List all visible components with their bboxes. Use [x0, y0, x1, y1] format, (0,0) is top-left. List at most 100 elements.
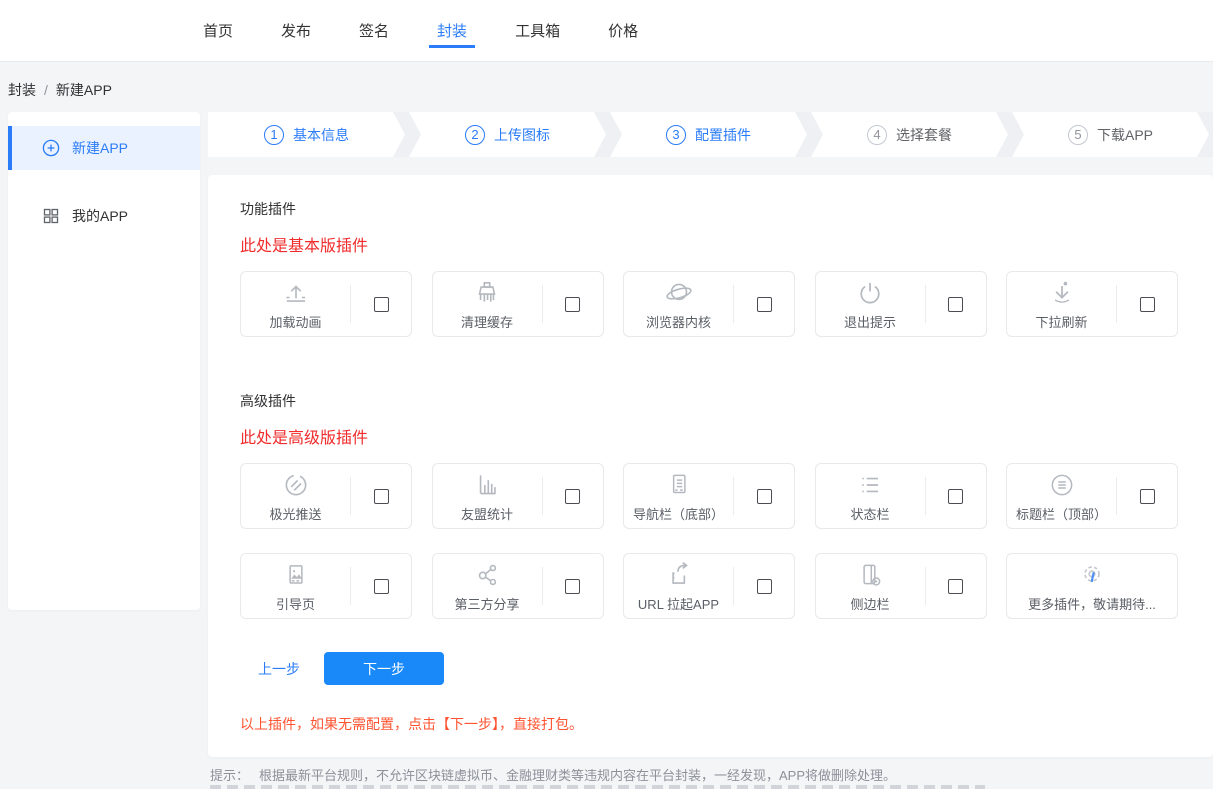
section-title: 功能插件: [240, 199, 1178, 219]
loading-animation-icon: [281, 278, 311, 308]
plugin-card[interactable]: 下拉刷新: [1006, 271, 1178, 337]
grid-icon: [42, 207, 60, 225]
main-panel: 功能插件 此处是基本版插件 加载动画 清理缓存 浏览器内核: [208, 175, 1213, 757]
guide-page-icon: [281, 560, 311, 590]
step-wizard: 1 基本信息 2 上传图标 3 配置插件 4 选择套餐 5 下载APP: [208, 112, 1213, 157]
plugin-card[interactable]: 导航栏（底部）: [623, 463, 795, 529]
plugin-checkbox[interactable]: [757, 489, 772, 504]
plugin-card[interactable]: 加载动画: [240, 271, 412, 337]
push-icon: [281, 470, 311, 500]
plugin-label: 第三方分享: [454, 594, 519, 613]
nav-item-2[interactable]: 发布: [281, 0, 311, 61]
wizard-step[interactable]: 4 选择套餐: [811, 112, 1008, 157]
url-launch-icon: [664, 560, 694, 590]
step-number: 2: [465, 125, 485, 145]
plugin-label: 退出提示: [844, 312, 896, 331]
sidebar: 新建APP 我的APP: [8, 112, 200, 610]
plus-circle-icon: [42, 139, 60, 157]
nav-item-label: 工具箱: [515, 20, 560, 41]
plugin-card[interactable]: 友盟统计: [432, 463, 604, 529]
plugin-checkbox[interactable]: [948, 297, 963, 312]
plugin-section: 功能插件 此处是基本版插件 加载动画 清理缓存 浏览器内核: [240, 199, 1178, 337]
sidebar-item-label: 新建APP: [72, 138, 128, 158]
plugin-card[interactable]: 浏览器内核: [623, 271, 795, 337]
wizard-step[interactable]: 5 下载APP: [1012, 112, 1209, 157]
plugin-grid: 极光推送 友盟统计 导航栏（底部） 状态栏: [240, 463, 1178, 619]
nav-item-3[interactable]: 签名: [359, 0, 389, 61]
step-number: 4: [867, 125, 887, 145]
step-label: 选择套餐: [896, 125, 952, 145]
plugin-checkbox[interactable]: [1140, 297, 1155, 312]
plugin-card[interactable]: 更多插件，敬请期待...: [1006, 553, 1178, 619]
nav-item-4[interactable]: 封装: [437, 0, 467, 61]
plugin-card[interactable]: 第三方分享: [432, 553, 604, 619]
section-title: 高级插件: [240, 391, 1178, 411]
plugin-label: 加载动画: [269, 312, 321, 331]
exit-prompt-icon: [855, 278, 885, 308]
footer-tip-text: 根据最新平台规则，不允许区块链虚拟币、金融理财类等违规内容在平台封装，一经发现，…: [259, 768, 896, 783]
plugin-checkbox[interactable]: [374, 297, 389, 312]
plugin-label: 引导页: [276, 594, 315, 613]
stats-icon: [472, 470, 502, 500]
breadcrumb-section[interactable]: 封装: [8, 82, 36, 98]
plugin-label: 下拉刷新: [1035, 312, 1087, 331]
plugin-card[interactable]: 引导页: [240, 553, 412, 619]
plugin-checkbox[interactable]: [565, 579, 580, 594]
step-number: 5: [1068, 125, 1088, 145]
step-number: 1: [264, 125, 284, 145]
step-label: 基本信息: [293, 125, 349, 145]
plugin-checkbox[interactable]: [374, 579, 389, 594]
plugin-card[interactable]: 标题栏（顶部）: [1006, 463, 1178, 529]
plugin-card[interactable]: 状态栏: [815, 463, 987, 529]
prev-step-link[interactable]: 上一步: [258, 659, 300, 679]
sidebar-item[interactable]: 我的APP: [8, 194, 200, 238]
sidebar-item-label: 我的APP: [72, 206, 128, 226]
next-step-button[interactable]: 下一步: [324, 652, 444, 685]
sidebar-item[interactable]: 新建APP: [8, 126, 200, 170]
step-label: 上传图标: [494, 125, 550, 145]
plugin-checkbox[interactable]: [565, 297, 580, 312]
top-navigation-bar: 首页 发布 签名 封装 工具箱 价格: [0, 0, 1213, 62]
plugin-label: URL 拉起APP: [638, 594, 719, 613]
footer-tip-label: 提示：: [210, 768, 249, 783]
nav-item-label: 发布: [281, 20, 311, 41]
plugin-label: 极光推送: [269, 504, 321, 523]
plugin-label: 友盟统计: [461, 504, 513, 523]
plugin-checkbox[interactable]: [374, 489, 389, 504]
step-number: 3: [666, 125, 686, 145]
wizard-step[interactable]: 1 基本信息: [208, 112, 405, 157]
breadcrumb: 封装 / 新建APP: [8, 80, 112, 100]
wizard-step[interactable]: 3 配置插件: [610, 112, 807, 157]
plugin-label: 浏览器内核: [646, 312, 711, 331]
plugin-label: 侧边栏: [850, 594, 889, 613]
share-icon: [472, 560, 502, 590]
plugin-checkbox[interactable]: [565, 489, 580, 504]
plugin-checkbox[interactable]: [1140, 489, 1155, 504]
clean-cache-icon: [472, 278, 502, 308]
plugin-label: 状态栏: [850, 504, 889, 523]
navbar-bottom-icon: [664, 470, 694, 500]
plugin-checkbox[interactable]: [948, 489, 963, 504]
plugin-card[interactable]: 侧边栏: [815, 553, 987, 619]
plugin-label: 清理缓存: [461, 312, 513, 331]
nav-item-5[interactable]: 工具箱: [515, 0, 560, 61]
plugin-checkbox[interactable]: [757, 579, 772, 594]
plugin-card[interactable]: 退出提示: [815, 271, 987, 337]
breadcrumb-current: 新建APP: [56, 82, 112, 98]
nav-item-1[interactable]: 首页: [203, 0, 233, 61]
plugin-card[interactable]: URL 拉起APP: [623, 553, 795, 619]
plugin-card[interactable]: 极光推送: [240, 463, 412, 529]
plugin-checkbox[interactable]: [948, 579, 963, 594]
side-bar-icon: [855, 560, 885, 590]
nav-item-6[interactable]: 价格: [608, 0, 638, 61]
wizard-step[interactable]: 2 上传图标: [409, 112, 606, 157]
plugin-checkbox[interactable]: [757, 297, 772, 312]
plugin-grid: 加载动画 清理缓存 浏览器内核 退出提示: [240, 271, 1178, 337]
nav-menu: 首页 发布 签名 封装 工具箱 价格: [0, 0, 1213, 61]
plugin-card[interactable]: 清理缓存: [432, 271, 604, 337]
step-label: 下载APP: [1097, 125, 1153, 145]
nav-item-label: 价格: [608, 20, 638, 41]
breadcrumb-separator: /: [44, 82, 48, 98]
packaging-note: 以上插件，如果无需配置，点击【下一步】，直接打包。: [240, 714, 1178, 734]
pull-refresh-icon: [1047, 278, 1077, 308]
